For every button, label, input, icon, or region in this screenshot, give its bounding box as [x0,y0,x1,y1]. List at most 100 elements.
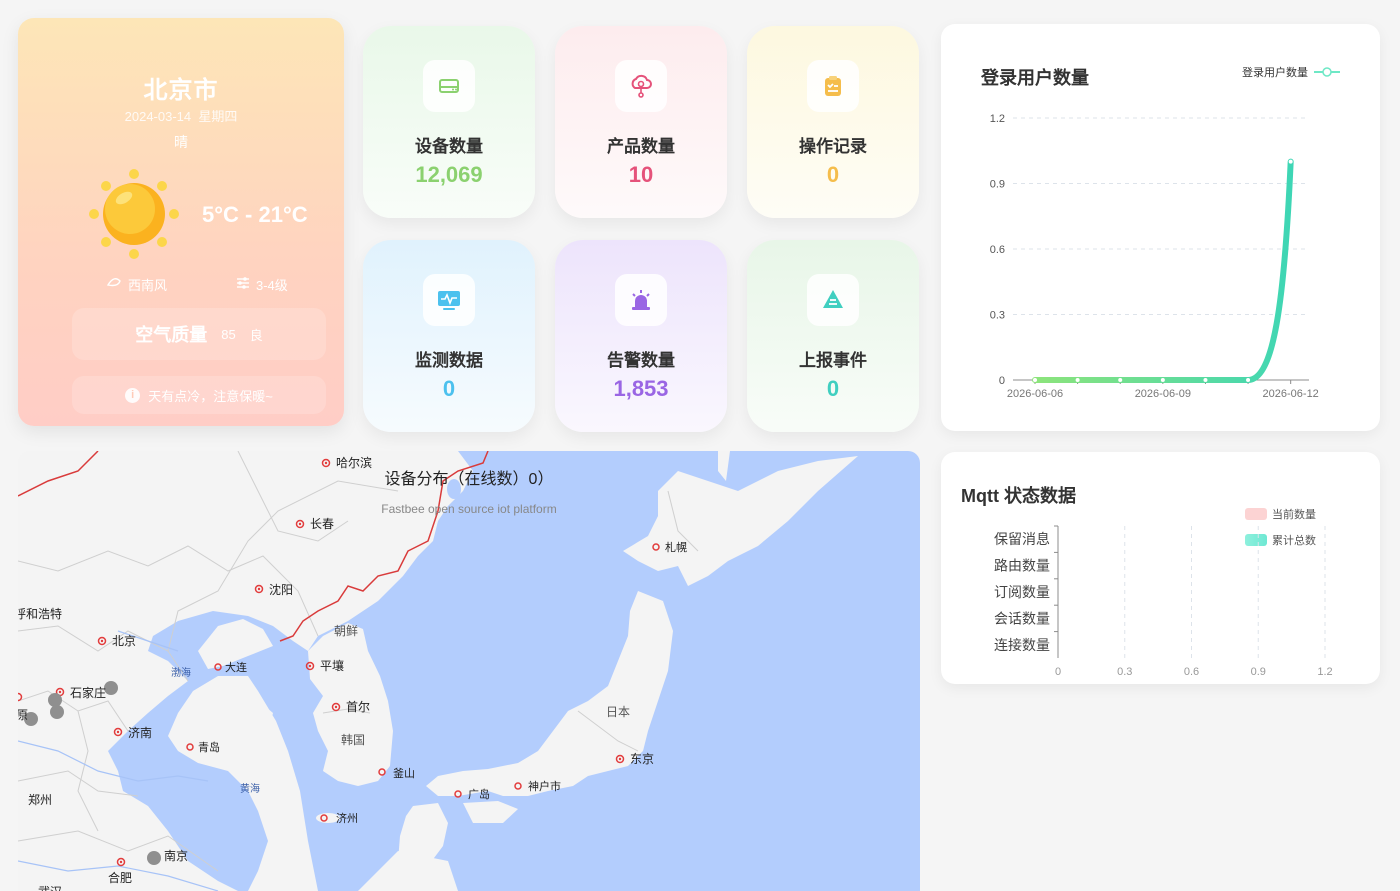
map-label-yellowsea: 黄海 [240,782,260,795]
map-label-qingdao: 青岛 [198,740,220,754]
map-label-jinan: 济南 [128,725,152,740]
map-label-wuhan: 武汉 [38,885,62,891]
map-label-shenyang: 沈阳 [269,582,293,597]
sun-icon [88,168,180,260]
device-icon [423,60,475,112]
map-canvas[interactable]: 哈尔滨 长春 沈阳 呼和浩特 北京 大连 渤海 石家庄 原 济南 青岛 黄海 郑… [18,451,920,891]
x-tick-label: 0 [1055,666,1061,678]
category-label: 订阅数量 [994,584,1050,600]
map-label-hiroshima: 广岛 [468,787,490,801]
map-label-seoul: 首尔 [346,699,370,714]
weather-wind: 西南风 [106,275,167,294]
category-label: 连接数量 [994,637,1050,653]
map-label-taiyuan: 原 [18,708,28,722]
air-quality-grade: 良 [249,327,263,343]
data-point[interactable] [1160,378,1165,382]
report-icon [807,274,859,326]
map-label-tokyo: 东京 [630,752,654,766]
stat-card-report[interactable]: 上报事件 0 [747,240,919,432]
weather-date-value: 2024-03-14 [124,109,192,124]
map-label-shijiazhuang: 石家庄 [70,685,106,700]
air-quality-label: 空气质量 [135,325,208,345]
weather-weekday: 星期四 [198,109,238,124]
air-quality: 空气质量 85 良 [72,308,326,360]
air-quality-value: 85 [221,326,236,342]
y-tick-label: 0.6 [990,244,1005,256]
stat-label: 告警数量 [607,351,675,370]
stat-value: 0 [826,376,840,401]
stat-label: 设备数量 [415,137,483,156]
x-tick-label: 0.9 [1251,666,1266,678]
map-label-jeju: 济州 [336,811,358,825]
map-label-kobe: 神户市 [528,779,561,793]
category-label: 路由数量 [994,558,1050,574]
map-label-sapporo: 札幌 [665,540,687,554]
stat-value: 0 [442,376,456,401]
x-tick-label: 2026-06-06 [1007,388,1063,400]
map-title: 设备分布（在线数）0） [384,471,554,488]
category-label: 会话数量 [994,610,1050,626]
data-point[interactable] [1288,159,1293,164]
stat-card-alarm[interactable]: 告警数量 1,853 [555,240,727,432]
map-label-busan: 釜山 [393,766,415,780]
map-label-zhengzhou: 郑州 [28,792,52,807]
map-label-japan: 日本 [606,705,630,719]
alarm-icon [615,274,667,326]
data-point[interactable] [1203,378,1208,382]
y-tick-label: 0 [999,375,1005,387]
map-label-north-korea: 朝鲜 [334,624,358,638]
map-label-dalian: 大连 [225,660,247,674]
map-label-hohhot: 呼和浩特 [18,606,62,621]
map-subtitle: Fastbee open source iot platform [381,502,557,516]
data-point[interactable] [1246,378,1251,382]
clipboard-icon [807,60,859,112]
weather-city: 北京市 [143,77,219,104]
stat-label: 监测数据 [415,351,483,370]
map-label-bohai: 渤海 [171,666,191,679]
stat-value: 0 [826,162,840,187]
login-users-chart: 0 0.3 0.6 0.9 1.2 2026-06-06 2026-06-09 2026-06… [990,113,1319,400]
info-icon: i [125,387,141,403]
stat-value: 10 [628,162,654,187]
x-tick-label: 2026-06-09 [1135,388,1191,400]
weather-tip: i 天有点冷，注意保暖~ [72,376,326,414]
x-tick-label: 2026-06-12 [1263,388,1319,400]
weather-tip-text: 天有点冷，注意保暖~ [148,388,273,404]
mqtt-card: Mqtt 状态数据 当前数量 累计总数 0 0.3 0.6 0.9 1.2 保留消息 路由数… [941,452,1380,684]
map-label-pyongyang: 平壤 [320,658,344,673]
wind-icon [106,276,122,293]
stat-label: 产品数量 [607,137,675,156]
stat-card-device[interactable]: 设备数量 12,069 [363,26,535,218]
weather-condition: 晴 [174,134,188,150]
x-tick-label: 1.2 [1317,666,1332,678]
y-tick-label: 0.3 [990,310,1005,322]
weather-card: 北京市 2024-03-14 星期四 晴 5°C - 21°C 西南风 3-4级 [18,18,344,426]
stat-label: 操作记录 [799,137,867,156]
y-tick-label: 1.2 [990,113,1005,125]
category-label: 保留消息 [994,531,1050,547]
data-point[interactable] [1075,378,1080,382]
map-label-nanjing: 南京 [164,848,188,863]
device-distribution-map[interactable]: 哈尔滨 长春 沈阳 呼和浩特 北京 大连 渤海 石家庄 原 济南 青岛 黄海 郑… [18,451,920,891]
data-point[interactable] [1033,378,1037,382]
series-line [1032,158,1294,383]
weather-wind-level: 3-4级 [236,275,288,294]
login-users-card: 登录用户数量 登录用户数量 0 0.3 0.6 0.9 1.2 2026-06-06 202… [941,24,1380,431]
y-tick-label: 0.9 [990,179,1005,191]
map-label-hefei: 合肥 [108,870,132,885]
wind-direction: 西南风 [128,278,168,293]
wind-level-value: 3-4级 [256,278,288,293]
stat-card-clipboard[interactable]: 操作记录 0 [747,26,919,218]
stat-value: 1,853 [613,376,669,401]
data-point[interactable] [1118,378,1123,382]
mqtt-chart: 0 0.3 0.6 0.9 1.2 保留消息路由数量订阅数量会话数量连接数量 [994,525,1333,678]
product-icon [615,60,667,112]
stat-value: 12,069 [415,162,483,187]
stat-card-monitor[interactable]: 监测数据 0 [363,240,535,432]
weather-date: 2024-03-14 星期四 [18,106,344,125]
monitor-icon [423,274,475,326]
map-label-beijing: 北京 [112,634,136,648]
map-label-south-korea: 韩国 [341,732,365,747]
stat-card-product[interactable]: 产品数量 10 [555,26,727,218]
wind-level-icon [236,276,250,293]
